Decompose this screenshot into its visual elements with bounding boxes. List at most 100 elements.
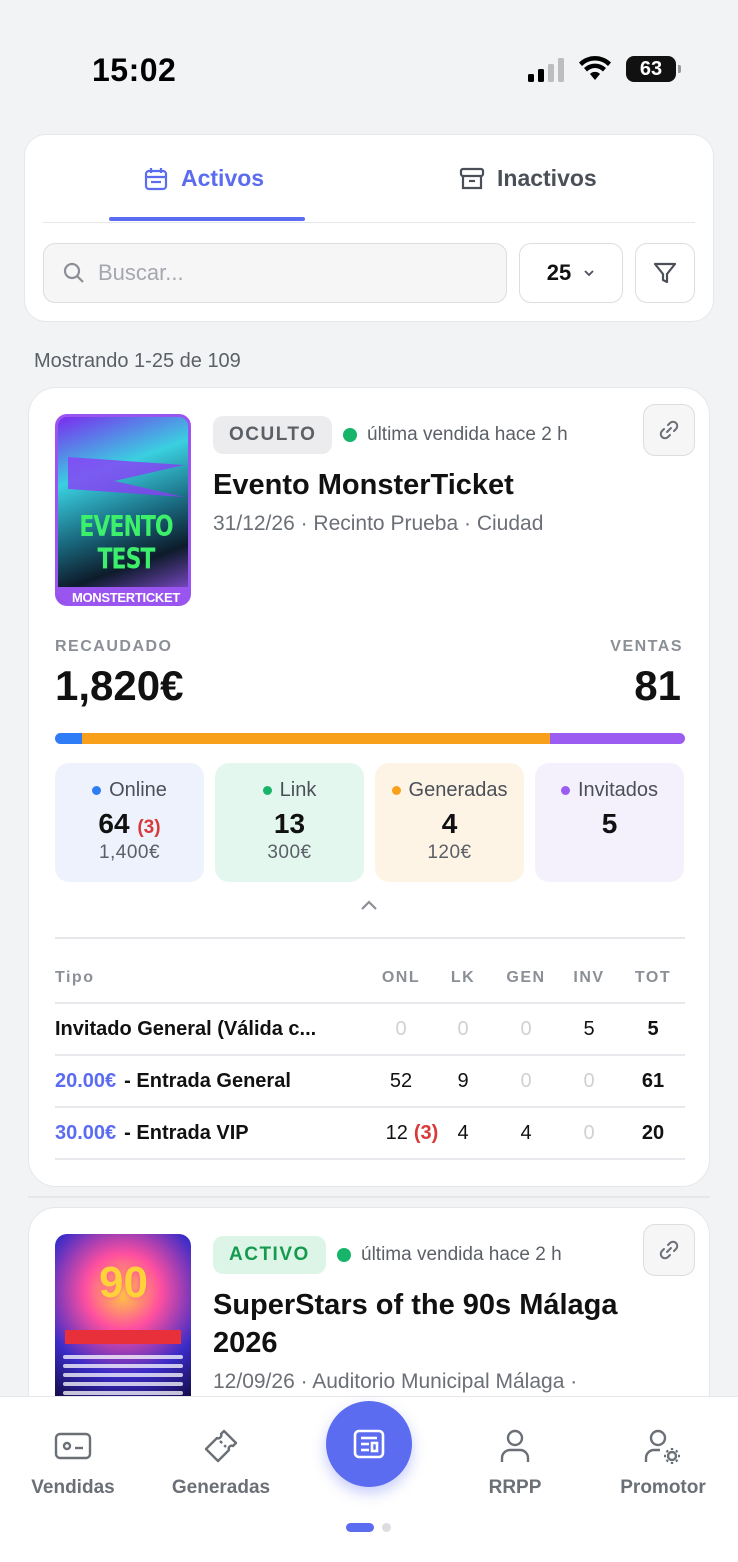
tab-activos[interactable]: Activos: [143, 165, 264, 192]
row-tot: 61: [641, 1069, 665, 1092]
row-gen: 0: [520, 1069, 532, 1092]
status-badge: OCULTO: [213, 416, 333, 454]
calendar-icon: [144, 167, 168, 190]
row-name: - Entrada General: [124, 1069, 291, 1092]
live-dot: [337, 1248, 351, 1262]
row-price: 20.00€: [55, 1069, 117, 1092]
row-inv: 0: [583, 1069, 595, 1092]
row-onl: 0: [395, 1017, 407, 1040]
event-title: SuperStars of the 90s Málaga 2026: [213, 1289, 618, 1359]
events-fab-button[interactable]: [326, 1401, 412, 1487]
bottom-nav: Vendidas Generadas RRPP Promotor: [0, 1396, 738, 1562]
active-tab-indicator: [109, 217, 305, 221]
row-price: 30.00€: [55, 1121, 117, 1144]
last-sale-info: última vendida hace 2 h: [337, 1244, 562, 1266]
live-dot: [343, 428, 357, 442]
search-placeholder: Buscar...: [98, 260, 184, 285]
filter-button[interactable]: [635, 243, 695, 303]
stat-generadas: Generadas 4 120€: [375, 763, 524, 882]
stat-invitados-label: Invitados: [577, 779, 659, 801]
row-gen: 4: [520, 1121, 532, 1144]
stat-generadas-count: 4: [441, 808, 458, 839]
table-row: 30.00€ - Entrada VIP 12 (3) 4 4 0 20: [55, 1108, 685, 1160]
archive-icon: [459, 167, 485, 189]
event-card[interactable]: EVENTO TEST MONSTERTICKET OCULTO última …: [28, 387, 710, 1187]
page-size-select[interactable]: 25: [519, 243, 623, 303]
ticket-icon: [204, 1429, 238, 1463]
row-lk: 0: [457, 1017, 469, 1040]
tab-inactivos[interactable]: Inactivos: [459, 165, 597, 192]
stat-online-label: Online: [109, 779, 167, 801]
link-icon: [659, 420, 679, 440]
event-poster: EVENTO TEST MONSTERTICKET: [55, 414, 191, 606]
row-tot: 20: [641, 1121, 665, 1144]
event-meta: 31/12/26 · Recinto Prueba · Ciudad: [213, 512, 544, 535]
results-count: Mostrando 1-25 de 109: [34, 350, 241, 372]
poster-title: EVENTO TEST: [79, 511, 173, 577]
row-lk: 9: [457, 1069, 469, 1092]
stat-invitados: Invitados 5: [535, 763, 684, 882]
nav-rrpp[interactable]: RRPP: [450, 1425, 580, 1499]
search-icon: [63, 262, 84, 283]
page-dot-active: [346, 1523, 374, 1532]
poster-footer: MONSTERTICKET: [58, 587, 188, 603]
invitados-dot: [560, 786, 570, 795]
link-icon: [659, 1240, 679, 1260]
col-tot: TOT: [634, 969, 672, 986]
chevron-up-icon[interactable]: [359, 898, 379, 912]
ticket-sold-icon: [54, 1432, 92, 1460]
nav-generadas[interactable]: Generadas: [156, 1425, 286, 1499]
stat-link-amount: 300€: [267, 842, 312, 863]
row-type: Invitado General (Válida c...: [55, 1017, 317, 1040]
copy-link-button[interactable]: [643, 1224, 695, 1276]
stat-generadas-amount: 120€: [427, 842, 472, 863]
col-inv: INV: [573, 969, 605, 986]
search-input[interactable]: Buscar...: [43, 243, 507, 303]
page-size-value: 25: [546, 260, 572, 285]
row-name: - Entrada VIP: [124, 1121, 249, 1144]
last-sale-text: última vendida hace 2 h: [367, 424, 568, 445]
cellular-signal-icon: [528, 56, 564, 82]
row-type: 20.00€ - Entrada General: [55, 1056, 375, 1106]
wifi-icon: [579, 56, 611, 80]
row-onl-alert: (3): [413, 1121, 439, 1144]
nav-vendidas[interactable]: Vendidas: [8, 1425, 138, 1499]
divider: [55, 937, 685, 939]
poster-graphic: [65, 1330, 181, 1344]
nav-rrpp-label: RRPP: [488, 1477, 542, 1498]
tab-activos-label: Activos: [181, 165, 265, 191]
row-tot: 5: [647, 1017, 659, 1040]
raised-value: 1,820€: [55, 662, 184, 709]
user-icon: [500, 1429, 530, 1462]
tab-inactivos-label: Inactivos: [497, 165, 597, 191]
tabs: Activos Inactivos: [43, 135, 695, 223]
progress-segment-invitados: [549, 733, 685, 744]
last-sale-text: última vendida hace 2 h: [361, 1244, 562, 1265]
stat-link: Link 13 300€: [215, 763, 364, 882]
col-tipo: Tipo: [55, 969, 95, 986]
status-icons: 63: [528, 56, 681, 82]
row-inv: 0: [583, 1121, 595, 1144]
stat-online-amount: 1,400€: [98, 842, 161, 863]
poster-graphic: [68, 457, 184, 497]
progress-segment-online: [55, 733, 83, 744]
table-row: 20.00€ - Entrada General 52 9 0 0 61: [55, 1056, 685, 1108]
stat-online: Online 64 (3) 1,400€: [55, 763, 204, 882]
col-gen: GEN: [506, 969, 546, 986]
events-list-icon: [353, 1429, 385, 1459]
last-sale-info: última vendida hace 2 h: [343, 424, 568, 446]
user-settings-icon: [644, 1429, 680, 1464]
nav-promotor[interactable]: Promotor: [598, 1425, 728, 1499]
table-row: Invitado General (Válida c... 0 0 0 5 5: [55, 1004, 685, 1056]
link-dot: [262, 786, 272, 795]
stat-generadas-label: Generadas: [408, 779, 508, 801]
nav-generadas-label: Generadas: [171, 1477, 271, 1498]
divider: [28, 1196, 710, 1198]
filter-card: Activos Inactivos Buscar... 25: [24, 134, 714, 322]
nav-vendidas-label: Vendidas: [31, 1477, 115, 1498]
sales-progress-bar: [55, 733, 685, 744]
sales-label: VENTAS: [610, 638, 683, 655]
table-header-row: Tipo ONL LK GEN INV TOT: [55, 954, 685, 1004]
online-dot: [92, 786, 102, 795]
copy-link-button[interactable]: [643, 404, 695, 456]
